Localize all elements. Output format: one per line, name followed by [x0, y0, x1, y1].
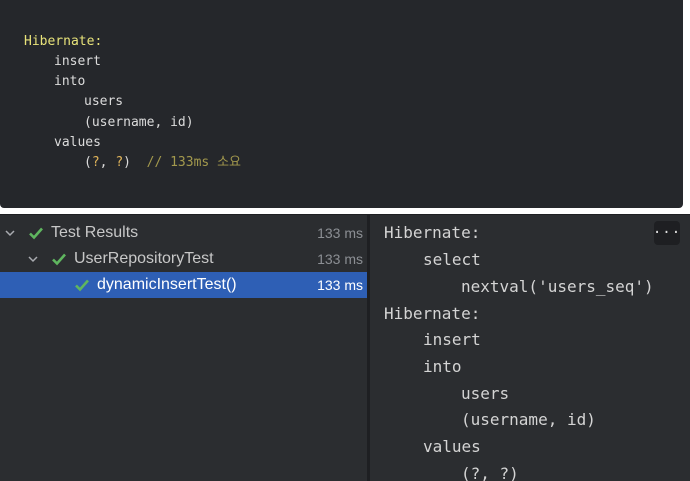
code-line-into: into — [54, 74, 86, 89]
check-icon — [51, 251, 67, 267]
console-line: users — [461, 384, 510, 403]
console-line: values — [423, 437, 481, 456]
console-line: into — [423, 357, 462, 376]
console-line: insert — [423, 330, 481, 349]
code-line-insert: insert — [54, 54, 101, 69]
code-snippet-block: Hibernate: insert into users (username, … — [0, 0, 683, 208]
test-results-tree: Test Results 133 ms UserRepositoryTest 1… — [0, 215, 367, 481]
placeholder-2: ? — [115, 155, 124, 170]
tree-row-user-repository-test[interactable]: UserRepositoryTest 133 ms — [0, 246, 367, 272]
tree-row-duration: 133 ms — [317, 251, 363, 267]
paren-close: ) — [123, 155, 131, 170]
separator: , — [99, 155, 116, 170]
tree-row-duration: 133 ms — [317, 225, 363, 241]
console-output[interactable]: Hibernate: select nextval('users_seq') H… — [370, 215, 690, 481]
tree-row-dynamic-insert-test[interactable]: dynamicInsertTest() 133 ms — [0, 272, 367, 298]
tree-row-test-results[interactable]: Test Results 133 ms — [0, 220, 367, 246]
timing-comment: // 133ms 소요 — [146, 155, 241, 170]
paren-open: ( — [84, 155, 92, 170]
more-options-button[interactable]: ··· — [653, 221, 680, 245]
check-icon — [74, 277, 90, 293]
chevron-down-icon[interactable] — [26, 252, 40, 266]
console-line: select — [423, 250, 481, 269]
console-line: Hibernate: — [384, 223, 481, 242]
console-line: Hibernate: — [384, 304, 481, 323]
code-line-columns: (username, id) — [84, 115, 194, 130]
code-line-values: values — [54, 135, 101, 150]
code-line-hibernate: Hibernate: — [24, 34, 103, 49]
placeholder-1: ? — [91, 155, 100, 170]
console-line: (username, id) — [461, 410, 596, 429]
tree-row-label: dynamicInsertTest() — [97, 276, 237, 293]
chevron-down-icon[interactable] — [3, 226, 17, 240]
run-tool-window: Test Results 133 ms UserRepositoryTest 1… — [0, 214, 690, 481]
tree-row-label: Test Results — [51, 224, 139, 241]
console-line: (?, ?) — [461, 464, 519, 481]
tree-row-label: UserRepositoryTest — [74, 250, 214, 267]
code-line-placeholders: (?, ?) // 133ms 소요 — [84, 153, 241, 173]
check-icon — [28, 225, 44, 241]
tree-row-duration: 133 ms — [317, 277, 363, 293]
code-line-users: users — [84, 94, 124, 109]
console-line: nextval('users_seq') — [461, 277, 654, 296]
